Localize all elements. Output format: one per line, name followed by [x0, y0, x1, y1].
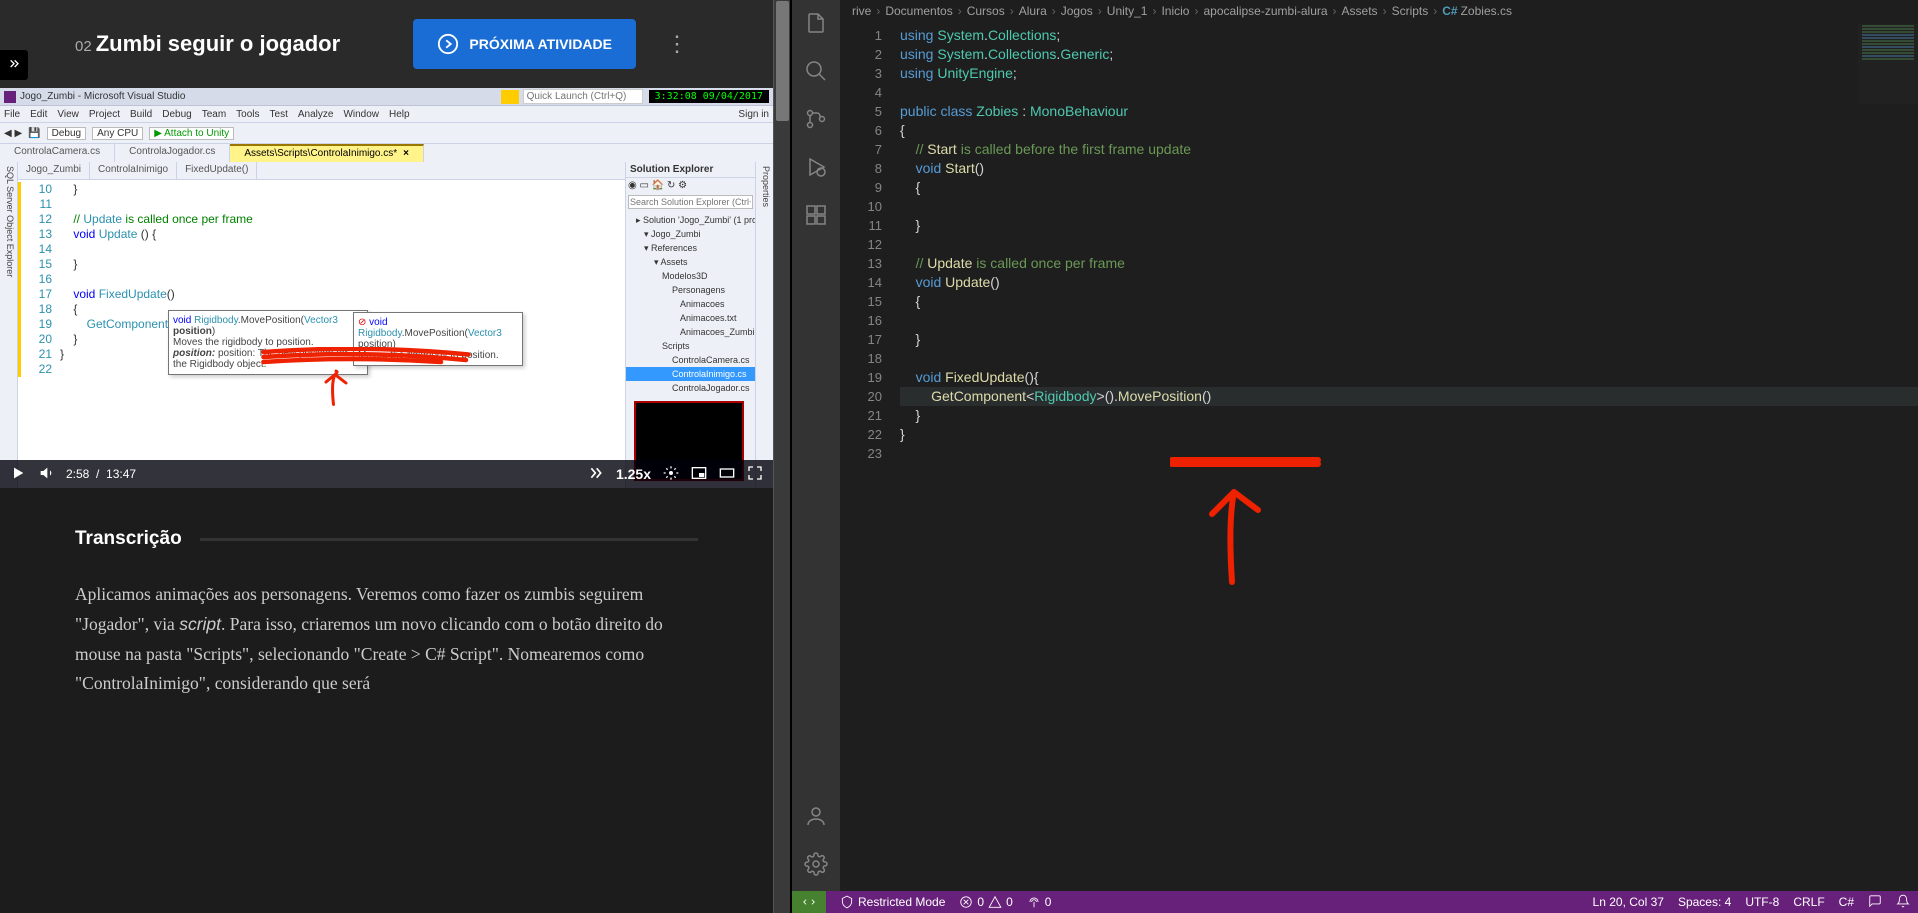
expand-sidebar-button[interactable]	[0, 50, 28, 80]
ports-button[interactable]: 0	[1027, 895, 1052, 909]
activity-bar	[792, 0, 840, 891]
vs-menu-item[interactable]: Build	[130, 109, 152, 120]
language-button[interactable]: C#	[1839, 895, 1854, 909]
platform-select[interactable]: Any CPU	[92, 127, 143, 140]
more-menu-button[interactable]: ⋮	[656, 25, 698, 63]
volume-button[interactable]	[38, 465, 54, 484]
indent-button[interactable]: Spaces: 4	[1678, 895, 1731, 909]
warning-icon	[501, 90, 519, 104]
vs-tab[interactable]: ControlaCamera.cs	[0, 144, 115, 162]
minimap[interactable]	[1858, 24, 1918, 104]
restricted-mode-button[interactable]: Restricted Mode	[840, 895, 945, 909]
notifications-icon[interactable]	[1896, 894, 1910, 911]
vs-tab[interactable]: ControlaJogador.cs	[115, 144, 230, 162]
feedback-icon[interactable]	[1868, 894, 1882, 911]
alura-pane: 02Zumbi seguir o jogador PRÓXIMA ATIVIDA…	[0, 0, 773, 913]
accounts-icon[interactable]	[803, 803, 829, 829]
vs-menu-item[interactable]: Team	[202, 109, 226, 120]
transcript-heading: Transcrição	[75, 528, 182, 550]
extensions-icon[interactable]	[803, 202, 829, 228]
fullscreen-button[interactable]	[747, 465, 763, 484]
explorer-icon[interactable]	[803, 10, 829, 36]
video-time: 2:58 / 13:47	[66, 467, 136, 481]
vs-editor[interactable]: Jogo_ZumbiControlaInimigoFixedUpdate() 1…	[18, 162, 625, 488]
problems-button[interactable]: 0 0	[959, 895, 1012, 909]
code-editor[interactable]: 1234567891011121314151617181920212223 us…	[840, 22, 1918, 891]
eol-button[interactable]: CRLF	[1793, 895, 1824, 909]
breadcrumb[interactable]: rive›Documentos›Cursos›Alura›Jogos›Unity…	[840, 0, 1918, 22]
vscode-pane: rive›Documentos›Cursos›Alura›Jogos›Unity…	[792, 0, 1918, 913]
next-activity-button[interactable]: PRÓXIMA ATIVIDADE	[413, 19, 636, 69]
vs-editor-tabs: ControlaCamera.csControlaJogador.csAsset…	[0, 144, 773, 162]
settings-button[interactable]	[663, 465, 679, 484]
solution-search-input[interactable]	[628, 195, 753, 209]
lesson-title: 02Zumbi seguir o jogador	[75, 31, 393, 57]
error-tooltip: ⊘ void Rigidbody.MovePosition(Vector3 po…	[353, 312, 523, 366]
visual-studio-icon	[4, 91, 16, 103]
vs-menu-item[interactable]: File	[4, 109, 20, 120]
vs-menu-item[interactable]: Window	[343, 109, 379, 120]
encoding-button[interactable]: UTF-8	[1745, 895, 1779, 909]
vs-menu-bar: File Edit View Project Build Debug Team Tools Te…	[0, 106, 773, 122]
cursor-position[interactable]: Ln 20, Col 37	[1593, 895, 1664, 909]
transcript-body: Aplicamos animações aos personagens. Ver…	[75, 580, 698, 699]
vs-menu-item[interactable]: Project	[89, 109, 120, 120]
lesson-header: 02Zumbi seguir o jogador PRÓXIMA ATIVIDA…	[0, 0, 773, 88]
solution-explorer[interactable]: Solution Explorer ◉ ▭ 🏠 ↻ ⚙ ▸ Solution '…	[625, 162, 755, 488]
vs-menu-item[interactable]: Test	[270, 109, 288, 120]
vs-toolbar: ◀ ▶💾 Debug Any CPU ▶ Attach to Unity	[0, 122, 773, 144]
vs-side-panel: SQL Server Object Explorer	[0, 162, 18, 488]
properties-panel: Properties	[755, 162, 773, 488]
speed-button[interactable]: 1.25x	[616, 466, 651, 482]
config-select[interactable]: Debug	[47, 127, 86, 140]
vs-menu-item[interactable]: View	[57, 109, 79, 120]
status-bar: Restricted Mode 0 0 0 Ln 20, Col 37 Spac…	[792, 891, 1918, 913]
pip-button[interactable]	[691, 465, 707, 484]
clock-overlay: 3:32:08 09/04/2017	[649, 90, 769, 103]
theater-button[interactable]	[719, 465, 735, 484]
run-debug-icon[interactable]	[803, 154, 829, 180]
settings-gear-icon[interactable]	[803, 851, 829, 877]
video-controls: 2:58 / 13:47 1.25x	[0, 460, 773, 488]
search-icon[interactable]	[803, 58, 829, 84]
video-player[interactable]: Jogo_Zumbi - Microsoft Visual Studio 3:3…	[0, 88, 773, 488]
vs-menu-item[interactable]: Help	[389, 109, 410, 120]
source-control-icon[interactable]	[803, 106, 829, 132]
intellisense-tooltip: void Rigidbody.MovePosition(Vector3 posi…	[168, 310, 368, 375]
remote-button[interactable]	[792, 891, 826, 913]
play-button[interactable]	[10, 465, 26, 484]
transcript-section: Transcrição Aplicamos animações aos pers…	[0, 488, 773, 913]
pane-divider[interactable]	[773, 0, 792, 913]
skip-forward-button[interactable]	[588, 465, 604, 484]
video-content: Jogo_Zumbi - Microsoft Visual Studio 3:3…	[0, 88, 773, 488]
quick-launch-input[interactable]	[523, 89, 643, 104]
vs-tab[interactable]: Assets\Scripts\ControlaInimigo.cs*×	[230, 144, 424, 162]
vs-menu-item[interactable]: Debug	[162, 109, 191, 120]
vs-menu-item[interactable]: Edit	[30, 109, 47, 120]
vs-menu-item[interactable]: Analyze	[298, 109, 334, 120]
vs-menu-item[interactable]: Tools	[236, 109, 259, 120]
